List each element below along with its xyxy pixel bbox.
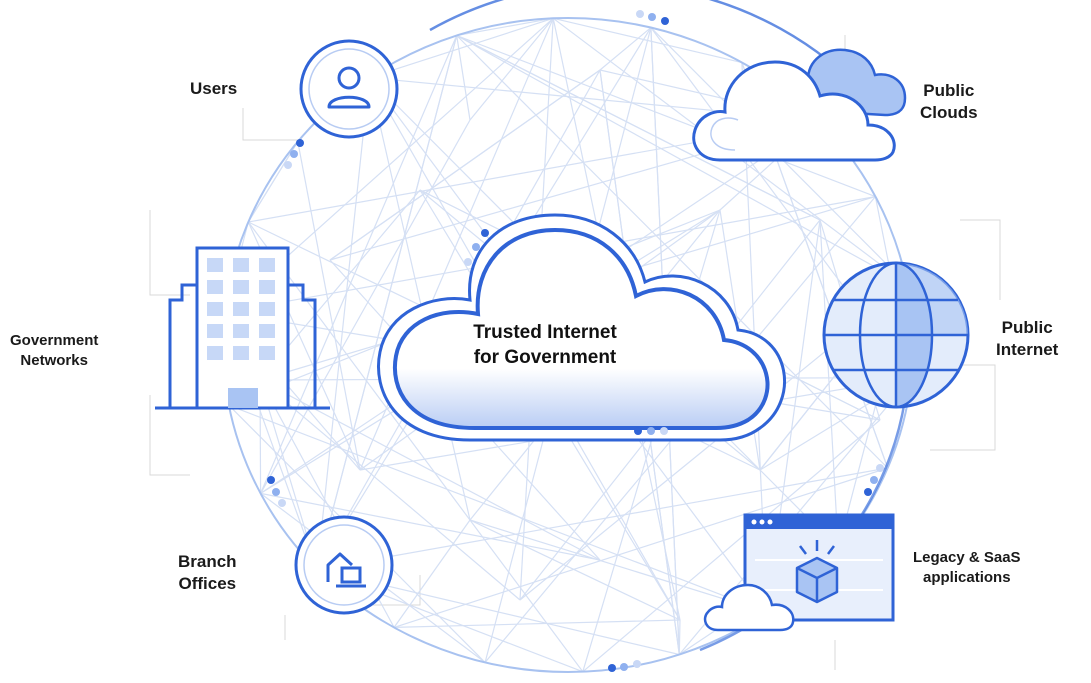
government-networks-line1: Government [10, 332, 99, 349]
legacy-saas-line2: applications [923, 569, 1011, 586]
public-clouds-label: Public Clouds [920, 80, 978, 124]
government-networks-label: Government Networks [10, 331, 98, 371]
public-clouds-line1: Public [923, 81, 975, 100]
mesh-line [456, 17, 554, 37]
app-window-icon [703, 513, 895, 632]
center-title-line2: for Government [473, 347, 617, 368]
mesh-line [369, 17, 554, 79]
user-icon [299, 39, 399, 139]
mesh-line [819, 219, 839, 549]
government-networks-line2: Networks [20, 352, 88, 369]
public-internet-line2: Internet [996, 340, 1059, 359]
public-clouds-line2: Clouds [920, 103, 978, 122]
center-title-line1: Trusted Internet [473, 322, 617, 343]
home-laptop-icon [294, 515, 394, 615]
mesh-line [469, 17, 554, 121]
mesh-line [297, 141, 361, 471]
users-label: Users [190, 78, 237, 100]
mesh-line [456, 35, 471, 121]
legacy-saas-line1: Legacy & SaaS [913, 549, 1021, 566]
users-label-text: Users [190, 79, 238, 98]
mesh-line [678, 619, 681, 655]
globe-icon [822, 261, 970, 409]
mesh-line [469, 519, 681, 621]
mesh-line [393, 519, 471, 628]
mesh-line [553, 17, 743, 64]
mesh-line [316, 77, 370, 570]
mesh-line [599, 27, 652, 71]
branch-offices-label: Branch Offices [178, 551, 237, 595]
cloud-icon [692, 48, 907, 162]
branch-offices-line1: Branch [178, 552, 237, 571]
center-title: Trusted Internet for Government [440, 320, 650, 370]
branch-offices-line2: Offices [178, 574, 237, 593]
public-internet-label: Public Internet [996, 317, 1058, 361]
public-internet-line1: Public [1001, 318, 1053, 337]
legacy-saas-label: Legacy & SaaS applications [913, 548, 1021, 588]
mesh-line [469, 519, 767, 613]
